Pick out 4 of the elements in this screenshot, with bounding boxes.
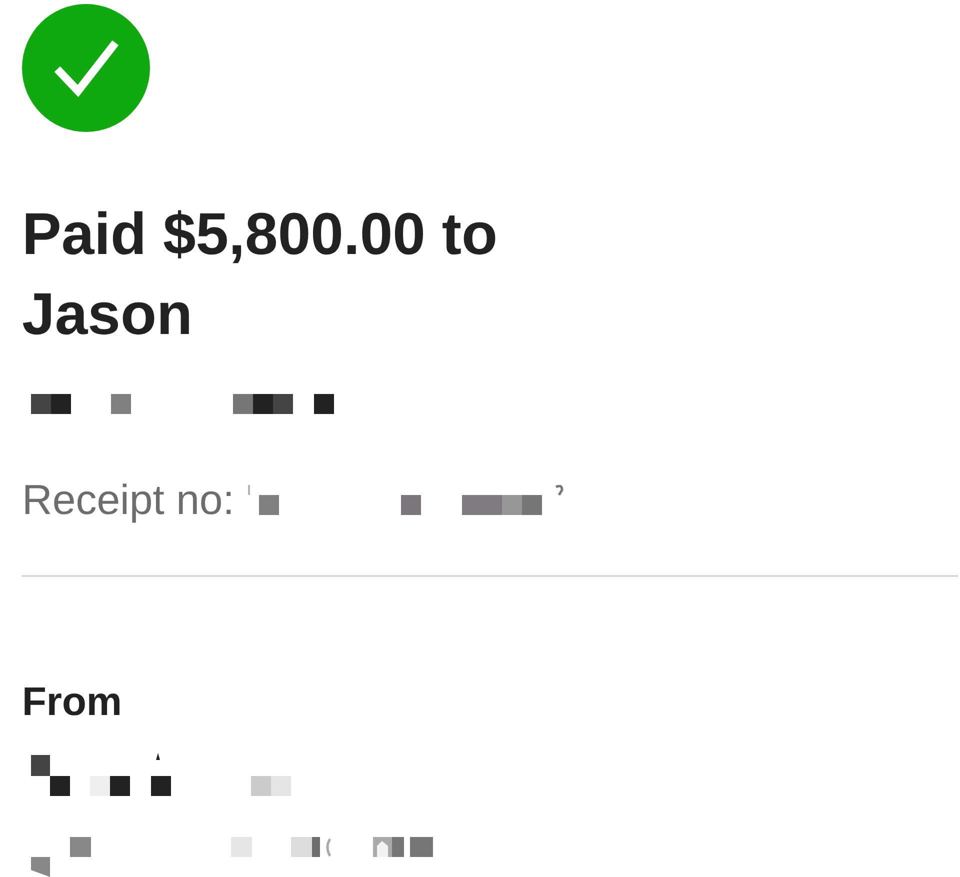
receipt-label: Receipt no: <box>22 475 234 525</box>
section-title: From <box>22 679 123 726</box>
check-circle-icon <box>22 4 150 132</box>
payment-heading: Paid $5,800.00 to Jason <box>22 200 499 349</box>
